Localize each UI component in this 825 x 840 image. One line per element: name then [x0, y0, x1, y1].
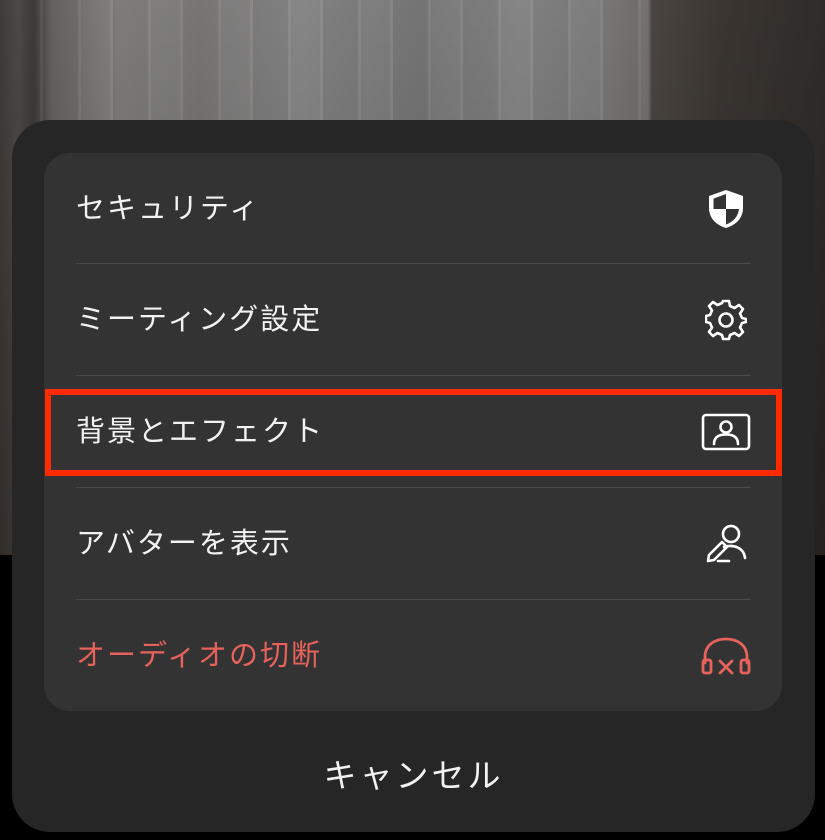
headphones-disconnect-icon — [700, 630, 752, 682]
menu-item-label: アバターを表示 — [76, 526, 292, 560]
background-portrait-icon — [700, 406, 752, 458]
shield-icon — [700, 183, 752, 235]
menu-item-label: ミーティング設定 — [76, 302, 323, 336]
menu-item-label: オーディオの切断 — [76, 638, 322, 672]
screen: セキュリティ ミーティング設定 背景とエフェクト アバターを表示 オーディオの切… — [0, 0, 825, 840]
menu-item-disconnect-audio[interactable]: オーディオの切断 — [44, 600, 782, 711]
menu-item-show-avatar[interactable]: アバターを表示 — [44, 488, 782, 599]
avatar-edit-icon — [700, 518, 752, 570]
menu-item-label: セキュリティ — [76, 191, 261, 225]
cancel-button[interactable]: キャンセル — [12, 735, 815, 810]
menu-item-background-effects[interactable]: 背景とエフェクト — [44, 376, 782, 487]
menu-item-meeting-settings[interactable]: ミーティング設定 — [44, 264, 782, 375]
gear-icon — [700, 294, 752, 346]
menu-item-label: 背景とエフェクト — [76, 414, 325, 448]
menu-item-security[interactable]: セキュリティ — [44, 153, 782, 264]
